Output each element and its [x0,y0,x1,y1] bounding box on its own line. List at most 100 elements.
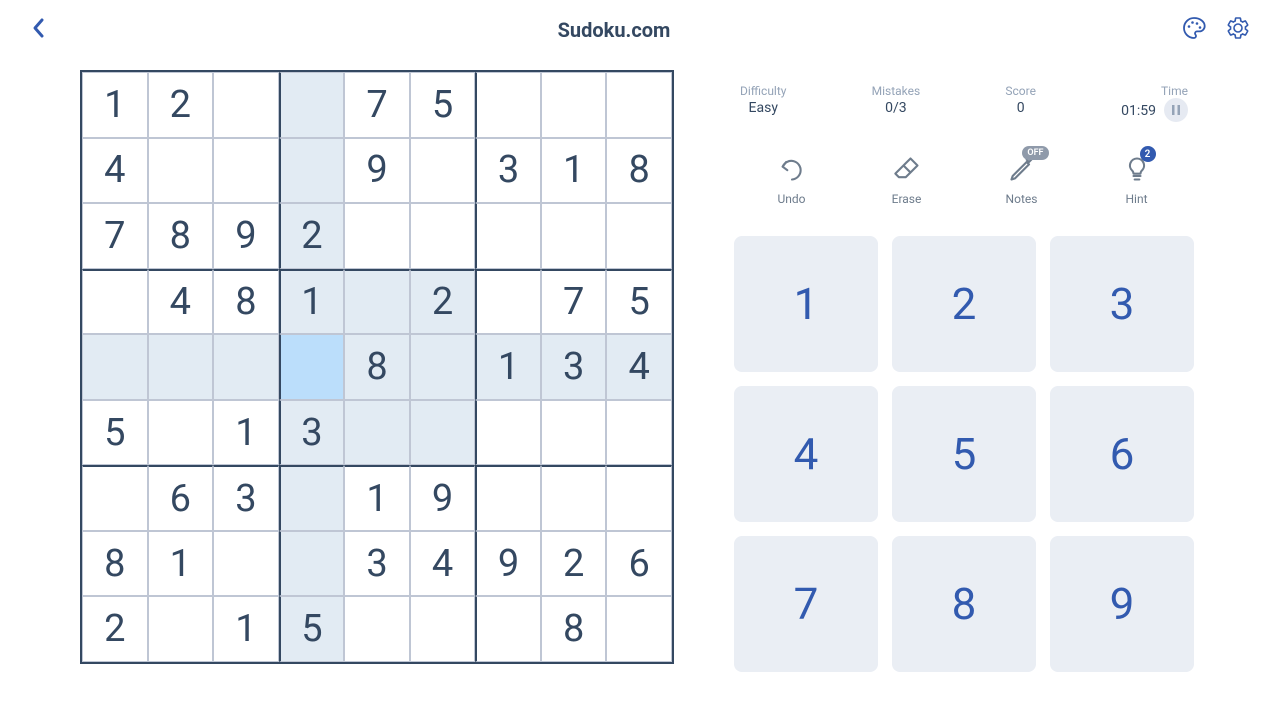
cell-r8-c5[interactable] [410,596,476,662]
cell-r2-c4[interactable] [344,203,410,269]
cell-r6-c2[interactable]: 3 [213,465,279,531]
notes-button[interactable]: OFF Notes [977,152,1067,206]
cell-r8-c4[interactable] [344,596,410,662]
cell-r3-c5[interactable]: 2 [410,269,476,335]
numpad-2[interactable]: 2 [892,236,1036,372]
cell-r4-c1[interactable] [148,334,214,400]
cell-r2-c2[interactable]: 9 [213,203,279,269]
cell-r5-c2[interactable]: 1 [213,400,279,466]
cell-r2-c3[interactable]: 2 [279,203,345,269]
cell-r4-c3[interactable] [279,334,345,400]
cell-r7-c5[interactable]: 4 [410,531,476,597]
cell-r5-c4[interactable] [344,400,410,466]
cell-r5-c5[interactable] [410,400,476,466]
cell-r1-c5[interactable] [410,138,476,204]
cell-r0-c1[interactable]: 2 [148,72,214,138]
hint-button[interactable]: 2 Hint [1092,152,1182,206]
time-label: Time [1121,84,1188,98]
difficulty-stat: Difficulty Easy [740,84,786,116]
cell-r2-c6[interactable] [475,203,541,269]
cell-r3-c2[interactable]: 8 [213,269,279,335]
cell-r3-c6[interactable] [475,269,541,335]
cell-r7-c0[interactable]: 8 [82,531,148,597]
settings-button[interactable] [1226,16,1250,44]
cell-r7-c2[interactable] [213,531,279,597]
cell-r1-c8[interactable]: 8 [606,138,672,204]
cell-r2-c5[interactable] [410,203,476,269]
cell-r4-c6[interactable]: 1 [475,334,541,400]
cell-r3-c7[interactable]: 7 [541,269,607,335]
back-button[interactable] [30,16,46,44]
numpad-5[interactable]: 5 [892,386,1036,522]
cell-r8-c2[interactable]: 1 [213,596,279,662]
numpad-9[interactable]: 9 [1050,536,1194,672]
cell-r7-c7[interactable]: 2 [541,531,607,597]
numpad-1[interactable]: 1 [734,236,878,372]
numpad-3[interactable]: 3 [1050,236,1194,372]
cell-r4-c7[interactable]: 3 [541,334,607,400]
cell-r0-c3[interactable] [279,72,345,138]
cell-r2-c1[interactable]: 8 [148,203,214,269]
cell-r2-c7[interactable] [541,203,607,269]
pause-button[interactable] [1164,98,1188,122]
cell-r3-c3[interactable]: 1 [279,269,345,335]
cell-r1-c0[interactable]: 4 [82,138,148,204]
cell-r5-c6[interactable] [475,400,541,466]
numpad-7[interactable]: 7 [734,536,878,672]
cell-r0-c4[interactable]: 7 [344,72,410,138]
cell-r0-c0[interactable]: 1 [82,72,148,138]
cell-r5-c8[interactable] [606,400,672,466]
cell-r5-c0[interactable]: 5 [82,400,148,466]
cell-r8-c1[interactable] [148,596,214,662]
numpad-8[interactable]: 8 [892,536,1036,672]
cell-r0-c2[interactable] [213,72,279,138]
cell-r0-c6[interactable] [475,72,541,138]
cell-r0-c7[interactable] [541,72,607,138]
cell-r5-c3[interactable]: 3 [279,400,345,466]
cell-r1-c1[interactable] [148,138,214,204]
cell-r3-c0[interactable] [82,269,148,335]
cell-r2-c8[interactable] [606,203,672,269]
cell-r4-c8[interactable]: 4 [606,334,672,400]
cell-r5-c1[interactable] [148,400,214,466]
cell-r4-c0[interactable] [82,334,148,400]
cell-r7-c1[interactable]: 1 [148,531,214,597]
cell-r5-c7[interactable] [541,400,607,466]
cell-r6-c3[interactable] [279,465,345,531]
cell-r6-c8[interactable] [606,465,672,531]
cell-r1-c7[interactable]: 1 [541,138,607,204]
cell-r6-c1[interactable]: 6 [148,465,214,531]
cell-r4-c4[interactable]: 8 [344,334,410,400]
cell-r7-c6[interactable]: 9 [475,531,541,597]
cell-r3-c4[interactable] [344,269,410,335]
cell-r6-c5[interactable]: 9 [410,465,476,531]
cell-r1-c3[interactable] [279,138,345,204]
cell-r8-c7[interactable]: 8 [541,596,607,662]
cell-r6-c6[interactable] [475,465,541,531]
erase-button[interactable]: Erase [862,152,952,206]
cell-r1-c6[interactable]: 3 [475,138,541,204]
cell-r3-c8[interactable]: 5 [606,269,672,335]
numpad-4[interactable]: 4 [734,386,878,522]
cell-r0-c8[interactable] [606,72,672,138]
cell-r1-c4[interactable]: 9 [344,138,410,204]
cell-r1-c2[interactable] [213,138,279,204]
cell-r2-c0[interactable]: 7 [82,203,148,269]
cell-r6-c4[interactable]: 1 [344,465,410,531]
cell-r8-c6[interactable] [475,596,541,662]
cell-r6-c7[interactable] [541,465,607,531]
numpad-6[interactable]: 6 [1050,386,1194,522]
cell-r4-c5[interactable] [410,334,476,400]
cell-r7-c3[interactable] [279,531,345,597]
cell-r8-c8[interactable] [606,596,672,662]
cell-r8-c0[interactable]: 2 [82,596,148,662]
cell-r6-c0[interactable] [82,465,148,531]
cell-r8-c3[interactable]: 5 [279,596,345,662]
undo-button[interactable]: Undo [747,152,837,206]
cell-r3-c1[interactable]: 4 [148,269,214,335]
theme-button[interactable] [1182,16,1206,44]
cell-r7-c4[interactable]: 3 [344,531,410,597]
cell-r0-c5[interactable]: 5 [410,72,476,138]
cell-r4-c2[interactable] [213,334,279,400]
cell-r7-c8[interactable]: 6 [606,531,672,597]
